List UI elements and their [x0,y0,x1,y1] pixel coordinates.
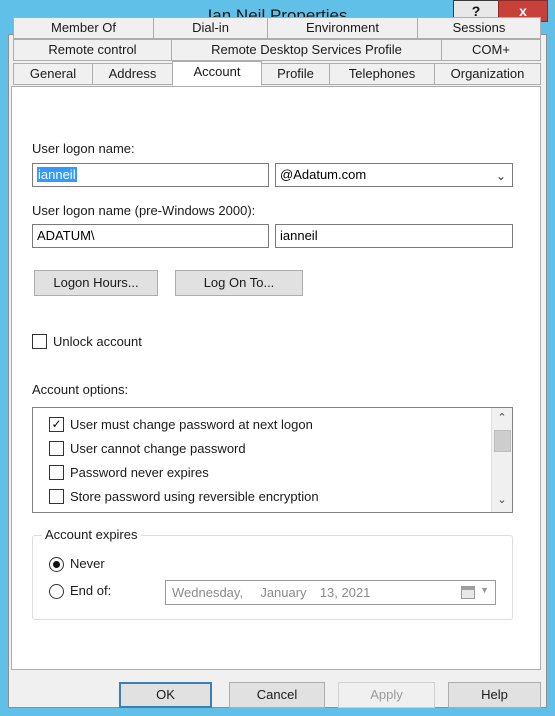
logon-hours-button[interactable]: Logon Hours... [34,270,158,296]
domain-suffix-select[interactable]: @Adatum.com ⌄ [275,163,513,187]
list-item[interactable]: Password never expires [33,462,488,486]
tab-remote-control[interactable]: Remote control [13,39,172,61]
option-label: Store password using reversible encrypti… [70,489,319,504]
calendar-icon[interactable] [461,586,475,599]
options-scrollbar[interactable]: ⌃ ⌄ [491,408,512,512]
tab-address[interactable]: Address [92,63,173,85]
scroll-thumb[interactable] [494,430,511,452]
scroll-down-icon[interactable]: ⌄ [492,492,512,509]
apply-button[interactable]: Apply [338,682,435,708]
ok-button[interactable]: OK [119,682,212,708]
list-item[interactable]: User cannot change password [33,438,488,462]
tab-dial-in[interactable]: Dial-in [153,17,268,39]
logon-name-input[interactable]: ianneil [32,163,269,187]
option-checkbox-cannot-change-password[interactable] [49,441,64,456]
account-expires-title: Account expires [42,527,141,542]
help-button[interactable]: Help [448,682,541,708]
date-month: January [260,585,307,600]
tab-telephones[interactable]: Telephones [329,63,435,85]
pre2000-label: User logon name (pre-Windows 2000): [32,203,256,218]
scroll-up-icon[interactable]: ⌃ [492,410,512,427]
chevron-down-icon[interactable]: ▼ [480,585,489,595]
pre2000-name-value: ianneil [280,228,318,243]
tab-profile[interactable]: Profile [261,63,330,85]
account-tab-panel: User logon name: ianneil @Adatum.com ⌄ U… [11,86,541,670]
logon-name-label: User logon name: [32,141,135,156]
chevron-down-icon: ⌄ [495,169,506,183]
unlock-account-label: Unlock account [53,334,142,349]
end-of-label: End of: [70,583,112,598]
option-checkbox-reversible-encryption[interactable] [49,489,64,504]
tab-account[interactable]: Account [172,61,262,86]
option-checkbox-must-change-password[interactable]: ✓ [49,417,64,432]
option-label: Password never expires [70,465,209,480]
pre2000-name-input[interactable]: ianneil [275,224,513,248]
expiry-date-picker[interactable]: Wednesday, January 13, 2021 ▼ [165,580,496,605]
end-of-radio[interactable] [49,584,64,599]
never-label: Never [70,556,105,571]
tab-environment[interactable]: Environment [267,17,418,39]
tab-general[interactable]: General [13,63,93,85]
pre2000-domain-field: ADATUM\ [32,224,269,248]
tab-organization[interactable]: Organization [434,63,541,85]
account-options-label: Account options: [32,382,129,397]
log-on-to-button[interactable]: Log On To... [175,270,303,296]
option-label: User cannot change password [70,441,246,456]
never-radio[interactable] [49,557,64,572]
tab-rds-profile[interactable]: Remote Desktop Services Profile [171,39,442,61]
tab-com-plus[interactable]: COM+ [441,39,541,61]
list-item[interactable]: ✓ User must change password at next logo… [33,414,488,438]
tab-sessions[interactable]: Sessions [417,17,541,39]
logon-name-value: ianneil [37,167,77,182]
date-day-year: 13, 2021 [319,585,371,600]
option-checkbox-password-never-expires[interactable] [49,465,64,480]
date-weekday: Wednesday, [172,585,244,600]
cancel-button[interactable]: Cancel [229,682,325,708]
pre2000-domain-value: ADATUM\ [37,228,95,243]
account-expires-group [32,535,513,620]
option-label: User must change password at next logon [70,417,313,432]
domain-suffix-value: @Adatum.com [280,167,367,182]
tab-member-of[interactable]: Member Of [13,17,154,39]
list-item[interactable]: Store password using reversible encrypti… [33,486,488,510]
unlock-account-checkbox[interactable] [32,334,47,349]
account-options-list[interactable]: ✓ User must change password at next logo… [32,407,513,513]
